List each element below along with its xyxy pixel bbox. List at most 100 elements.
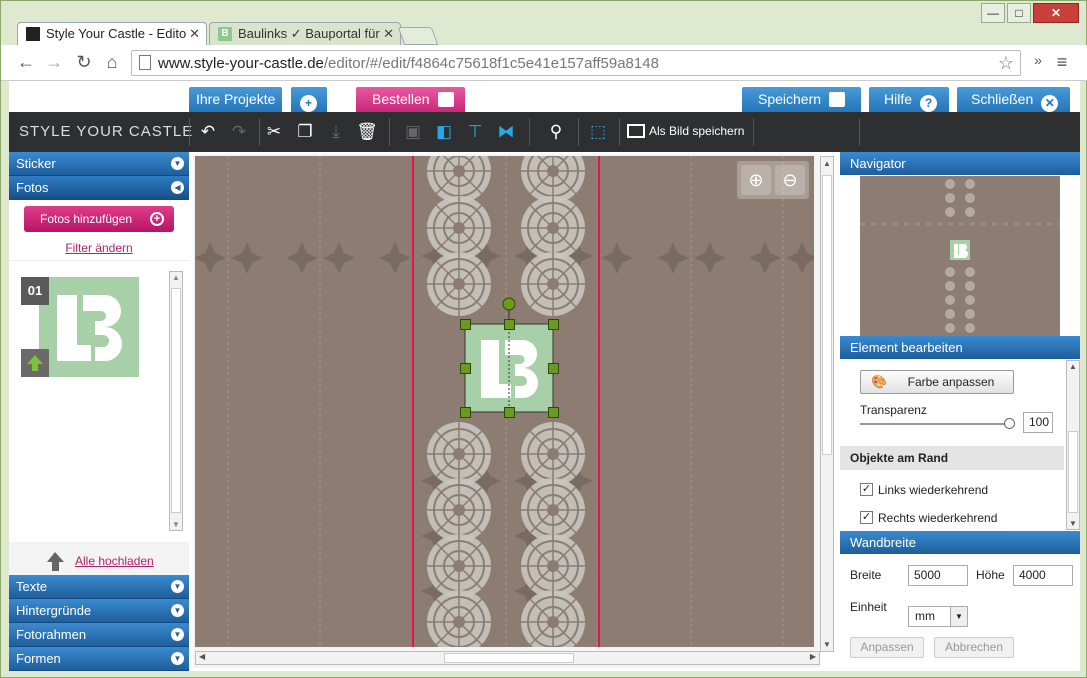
close-editor-button[interactable]: Schließen ✕ xyxy=(957,87,1070,112)
order-button[interactable]: Bestellen xyxy=(356,87,465,112)
url-text: www.style-your-castle.de/editor/#/edit/f… xyxy=(158,55,659,72)
photo-list-scrollbar[interactable]: ▲ ▼ xyxy=(169,271,183,531)
navigator-header: Navigator xyxy=(840,152,1080,175)
forward-arrow-icon[interactable]: → xyxy=(43,52,65,73)
maximize-button[interactable]: □ xyxy=(1007,3,1031,23)
scroll-down-icon[interactable]: ▼ xyxy=(172,520,180,529)
save-button[interactable]: Speichern xyxy=(742,87,861,112)
resize-handle-w[interactable] xyxy=(460,363,471,374)
resize-handle-ne[interactable] xyxy=(548,319,559,330)
resize-handle-n[interactable] xyxy=(504,319,515,330)
transparency-slider[interactable] xyxy=(860,418,1015,429)
right-repeat-checkbox[interactable]: ✓ xyxy=(860,511,873,524)
redo-icon[interactable]: ↷ xyxy=(228,121,250,143)
tab-style-your-castle[interactable]: Style Your Castle - Edito ✕ xyxy=(17,22,207,46)
accordion-sticker[interactable]: Sticker ▼ xyxy=(9,152,189,176)
slider-knob[interactable] xyxy=(1004,418,1015,429)
resize-handle-s[interactable] xyxy=(504,407,515,418)
zoom-out-icon[interactable]: ⊖ xyxy=(775,165,805,195)
select-frame-icon[interactable]: ⬚ xyxy=(587,121,609,143)
navigator-preview[interactable] xyxy=(860,176,1060,336)
apply-button[interactable]: Anpassen xyxy=(850,637,924,658)
scroll-up-icon[interactable]: ▲ xyxy=(1069,362,1077,371)
trash-icon[interactable]: 🗑 xyxy=(356,121,378,143)
undo-icon[interactable]: ↶ xyxy=(197,121,219,143)
transparency-value[interactable]: 100 xyxy=(1023,412,1053,433)
projects-button[interactable]: Ihre Projekte xyxy=(189,87,283,112)
new-project-button[interactable]: + xyxy=(291,87,327,112)
scroll-thumb[interactable] xyxy=(171,288,181,513)
chrome-menu-icon[interactable]: ≡ xyxy=(1051,52,1073,73)
bookmark-star-icon[interactable]: ☆ xyxy=(998,53,1014,74)
editor-toolbar: STYLE YOUR CASTLE ↶ ↷ ✂ ❐ ⤓ 🗑 ▣ ◧ ⊤ ⧓ ⚲ … xyxy=(9,112,1080,152)
align-top-icon[interactable]: ⊤ xyxy=(464,121,486,143)
height-input[interactable]: 4000 xyxy=(1013,565,1073,586)
close-tab-icon[interactable]: ✕ xyxy=(383,23,394,45)
chevron-down-icon: ▼ xyxy=(171,580,184,593)
baulinks-favicon-icon: B xyxy=(218,27,232,41)
unit-select[interactable]: mm ▼ xyxy=(908,606,968,627)
back-arrow-icon[interactable]: ← xyxy=(15,52,37,73)
chevron-down-icon: ▼ xyxy=(950,607,967,626)
resize-handle-e[interactable] xyxy=(548,363,559,374)
accordion-fotorahmen[interactable]: Fotorahmen ▼ xyxy=(9,623,189,647)
arrange-icon[interactable]: ▣ xyxy=(402,121,424,143)
new-tab-button[interactable] xyxy=(397,27,439,45)
scroll-down-icon[interactable]: ▼ xyxy=(823,640,831,649)
accordion-fotos[interactable]: Fotos ◀ xyxy=(9,176,189,200)
rotate-handle[interactable] xyxy=(502,297,516,311)
scroll-thumb[interactable] xyxy=(444,653,574,663)
home-icon[interactable]: ⌂ xyxy=(101,52,123,73)
cut-icon[interactable]: ✂ xyxy=(263,121,285,143)
cancel-button[interactable]: Abbrechen xyxy=(934,637,1014,658)
scroll-down-icon[interactable]: ▼ xyxy=(1069,519,1077,528)
download-icon[interactable]: ⤓ xyxy=(325,121,347,143)
photo-list: 01 ▲ ▼ xyxy=(9,260,189,542)
mirror-icon[interactable]: ⧓ xyxy=(495,121,517,143)
scroll-thumb[interactable] xyxy=(822,175,832,455)
left-repeat-checkbox[interactable]: ✓ xyxy=(860,483,873,496)
layer-front-icon[interactable]: ◧ xyxy=(433,121,455,143)
wall-canvas[interactable]: ⊕ ⊖ xyxy=(195,156,814,647)
photo-thumbnail[interactable] xyxy=(39,277,139,377)
wall-pattern xyxy=(195,156,814,647)
upload-status-icon[interactable] xyxy=(21,349,49,377)
help-button[interactable]: Hilfe? xyxy=(869,87,949,112)
address-bar[interactable]: www.style-your-castle.de/editor/#/edit/f… xyxy=(131,50,1021,76)
add-photos-button[interactable]: Fotos hinzufügen + xyxy=(24,206,174,232)
filter-link[interactable]: Filter ändern xyxy=(9,241,189,255)
canvas-horizontal-scrollbar[interactable]: ◀ ▶ xyxy=(195,651,820,665)
scroll-thumb[interactable] xyxy=(1068,431,1078,513)
search-icon[interactable]: ⚲ xyxy=(545,121,567,143)
resize-handle-sw[interactable] xyxy=(460,407,471,418)
reload-icon[interactable]: ↻ xyxy=(73,52,95,73)
scroll-left-icon[interactable]: ◀ xyxy=(199,652,205,661)
width-input[interactable]: 5000 xyxy=(908,565,968,586)
scroll-right-icon[interactable]: ▶ xyxy=(810,652,816,661)
resize-handle-se[interactable] xyxy=(548,407,559,418)
selected-b-logo[interactable] xyxy=(464,297,554,413)
accordion-formen[interactable]: Formen ▼ xyxy=(9,647,189,671)
left-repeat-label: Links wiederkehrend xyxy=(878,483,989,497)
accordion-texte[interactable]: Texte ▼ xyxy=(9,575,189,599)
minimize-button[interactable]: — xyxy=(981,3,1005,23)
tab-baulinks[interactable]: B Baulinks ✓ Bauportal für ✕ xyxy=(209,22,401,46)
upload-all-link[interactable]: Alle hochladen xyxy=(75,554,154,568)
scroll-up-icon[interactable]: ▲ xyxy=(823,159,831,168)
copy-icon[interactable]: ❐ xyxy=(294,121,316,143)
b-logo-icon xyxy=(39,277,139,377)
right-panel: Navigator Element bearbeiten 🎨 Farbe anp… xyxy=(840,152,1080,671)
accordion-hintergruende[interactable]: Hintergründe ▼ xyxy=(9,599,189,623)
element-panel-scrollbar[interactable]: ▲ ▼ xyxy=(1066,360,1080,530)
scroll-up-icon[interactable]: ▲ xyxy=(172,273,180,282)
tab-strip: Style Your Castle - Edito ✕ B Baulinks ✓… xyxy=(1,1,1087,46)
extensions-chevron-icon[interactable]: » xyxy=(1027,52,1049,68)
toolbar-divider xyxy=(578,118,579,146)
zoom-in-icon[interactable]: ⊕ xyxy=(741,165,771,195)
close-tab-icon[interactable]: ✕ xyxy=(189,23,200,45)
save-as-image-button[interactable]: Als Bild speichern xyxy=(627,124,744,138)
adjust-color-button[interactable]: 🎨 Farbe anpassen xyxy=(860,370,1014,394)
window-close-button[interactable]: ✕ xyxy=(1033,3,1079,23)
resize-handle-nw[interactable] xyxy=(460,319,471,330)
canvas-vertical-scrollbar[interactable]: ▲ ▼ xyxy=(820,156,834,652)
